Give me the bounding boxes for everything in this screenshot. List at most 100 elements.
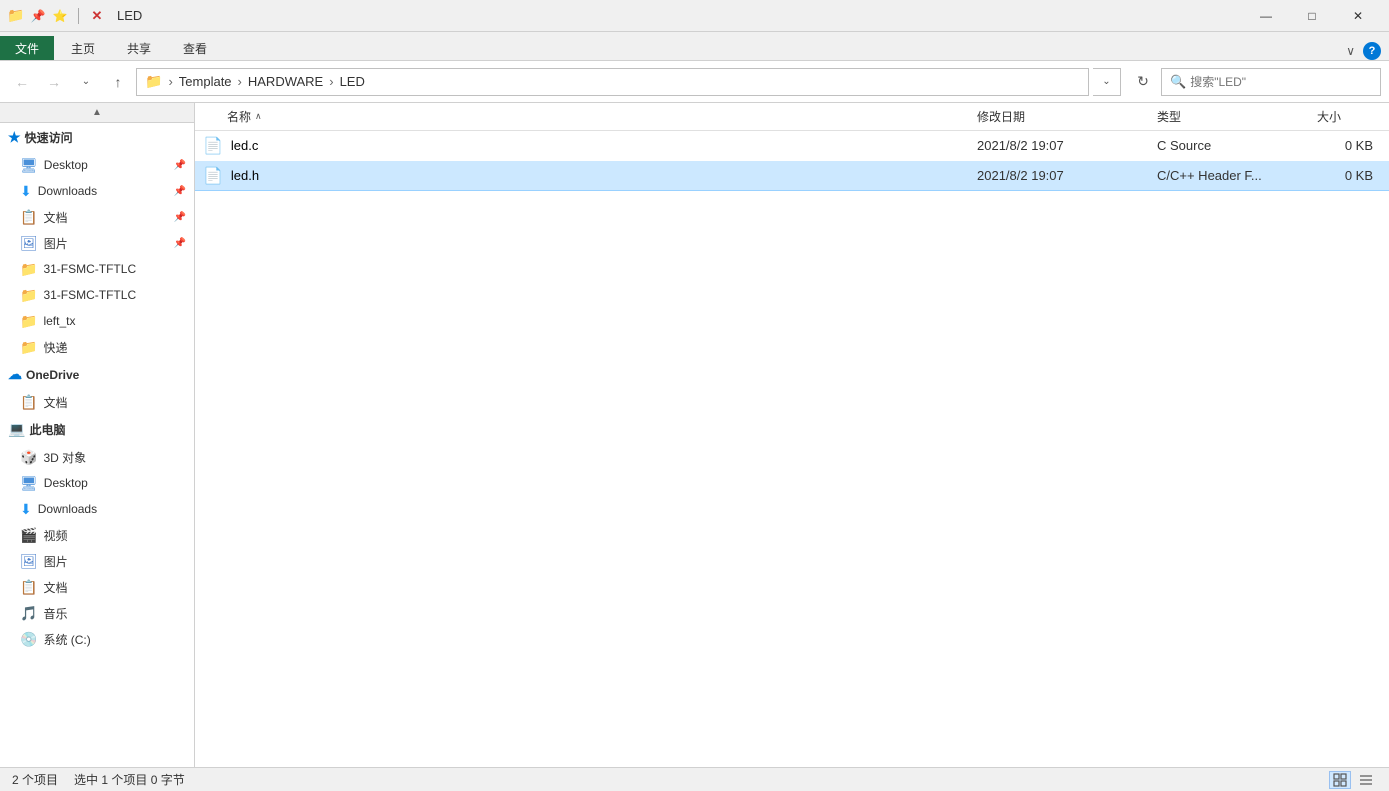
file-name-led-h: led.h	[231, 168, 259, 183]
sidebar-item-music[interactable]: 🎵 音乐	[0, 600, 194, 626]
file-cell-name-2: 📄 led.h	[195, 166, 969, 186]
sidebar-videos-label: 视频	[43, 527, 67, 544]
dropdown-nav-button[interactable]: ⌄	[72, 68, 100, 96]
search-box[interactable]: 🔍	[1161, 68, 1381, 96]
title-close-icon[interactable]: ✕	[89, 8, 105, 24]
quick-access-label: 快速访问	[25, 129, 73, 146]
up-button[interactable]: ↑	[104, 68, 132, 96]
path-template[interactable]: Template	[179, 74, 232, 89]
sidebar-onedrive-docs-label: 文档	[43, 394, 67, 411]
folder1-icon: 📁	[20, 261, 37, 278]
tab-view[interactable]: 查看	[168, 36, 222, 60]
grid-view-button[interactable]	[1329, 771, 1351, 789]
file-name-led-c: led.c	[231, 138, 258, 153]
onedrive-header[interactable]: ☁ OneDrive	[0, 360, 194, 389]
list-view-button[interactable]	[1355, 771, 1377, 789]
pin-indicator: 📌	[174, 160, 186, 171]
refresh-button[interactable]: ↻	[1129, 68, 1157, 96]
sidebar-downloads-label: Downloads	[38, 184, 97, 198]
table-row[interactable]: 📄 led.h 2021/8/2 19:07 C/C++ Header F...…	[195, 161, 1389, 191]
sidebar-3d-label: 3D 对象	[43, 449, 86, 466]
pictures-icon: 🖼	[20, 553, 38, 570]
tab-share[interactable]: 共享	[112, 36, 166, 60]
thispc-header[interactable]: 💻 此电脑	[0, 415, 194, 444]
path-folder-icon: 📁	[145, 73, 162, 90]
sidebar-item-folder2[interactable]: 📁 31-FSMC-TFTLC	[0, 282, 194, 308]
address-dropdown-button[interactable]: ⌄	[1093, 68, 1121, 96]
tab-home[interactable]: 主页	[56, 36, 110, 60]
file-icon-led-c: 📄	[203, 136, 223, 156]
maximize-button[interactable]: □	[1289, 0, 1335, 32]
ribbon-help-icon[interactable]: ?	[1363, 42, 1381, 60]
sidebar-item-folder1[interactable]: 📁 31-FSMC-TFTLC	[0, 256, 194, 282]
sidebar-pics-label: 图片	[44, 235, 68, 252]
sidebar-item-downloads[interactable]: ⬇ Downloads 📌	[0, 178, 194, 204]
sidebar-scroll-up[interactable]: ▲	[0, 103, 194, 123]
sidebar-lefttx-label: left_tx	[43, 314, 75, 328]
file-type-led-c: C Source	[1149, 138, 1309, 153]
sidebar-item-3d[interactable]: 🎲 3D 对象	[0, 444, 194, 470]
address-path[interactable]: 📁 › Template › HARDWARE › LED	[136, 68, 1089, 96]
sidebar-pc-desktop-label: Desktop	[44, 476, 88, 490]
title-separator	[78, 8, 79, 24]
sidebar-desktop-label: Desktop	[44, 158, 88, 172]
sort-arrow: ∧	[255, 111, 262, 122]
file-type-led-h: C/C++ Header F...	[1149, 168, 1309, 183]
ribbon: 文件 主页 共享 查看 ∨ ?	[0, 32, 1389, 61]
file-cell-name: 📄 led.c	[195, 136, 969, 156]
ribbon-expand-icon[interactable]: ∨	[1346, 44, 1355, 58]
docs-icon: 📋	[20, 209, 37, 226]
express-icon: 📁	[20, 339, 37, 356]
title-bar: 📁 📌 ⭐ ✕ LED — □ ✕	[0, 0, 1389, 32]
close-button[interactable]: ✕	[1335, 0, 1381, 32]
3d-icon: 🎲	[20, 449, 37, 466]
sidebar-item-docs[interactable]: 📋 文档 📌	[0, 204, 194, 230]
tab-file[interactable]: 文件	[0, 36, 54, 60]
sidebar-item-pics[interactable]: 🖼 图片 📌	[0, 230, 194, 256]
sidebar-item-system-c[interactable]: 💿 系统 (C:)	[0, 626, 194, 652]
desktop-icon: 🖥	[20, 157, 38, 174]
sidebar-item-videos[interactable]: 🎬 视频	[0, 522, 194, 548]
sidebar-item-onedrive-docs[interactable]: 📋 文档	[0, 389, 194, 415]
sidebar-item-pictures[interactable]: 🖼 图片	[0, 548, 194, 574]
quick-access-icon: ★	[8, 129, 21, 146]
main-content: ▲ ★ 快速访问 🖥 Desktop 📌 ⬇ Downloads 📌 📋 文档 …	[0, 103, 1389, 767]
drive-icon: 💿	[20, 631, 37, 648]
col-header-type[interactable]: 类型	[1149, 108, 1309, 125]
star-icon: ⭐	[52, 8, 68, 24]
window-title: LED	[117, 8, 142, 23]
col-header-date[interactable]: 修改日期	[969, 108, 1149, 125]
sidebar-item-lefttx[interactable]: 📁 left_tx	[0, 308, 194, 334]
search-input[interactable]	[1190, 75, 1372, 89]
col-header-size[interactable]: 大小	[1309, 108, 1389, 125]
path-sep-3: ›	[329, 74, 333, 89]
title-bar-icons: 📁 📌 ⭐ ✕	[8, 8, 105, 24]
file-date-led-h: 2021/8/2 19:07	[969, 168, 1149, 183]
back-button[interactable]: ←	[8, 68, 36, 96]
sidebar-item-documents[interactable]: 📋 文档	[0, 574, 194, 600]
table-row[interactable]: 📄 led.c 2021/8/2 19:07 C Source 0 KB	[195, 131, 1389, 161]
quick-access-header[interactable]: ★ 快速访问	[0, 123, 194, 152]
pin-icon: 📌	[30, 8, 46, 24]
file-date-led-c: 2021/8/2 19:07	[969, 138, 1149, 153]
path-led[interactable]: LED	[340, 74, 365, 89]
minimize-button[interactable]: —	[1243, 0, 1289, 32]
video-icon: 🎬	[20, 527, 37, 544]
lefttx-icon: 📁	[20, 313, 37, 330]
path-sep-2: ›	[238, 74, 242, 89]
file-size-led-h: 0 KB	[1309, 168, 1389, 183]
pc-downloads-icon: ⬇	[20, 501, 32, 518]
folder2-icon: 📁	[20, 287, 37, 304]
col-header-name[interactable]: 名称 ∧	[195, 108, 969, 125]
sidebar-item-express[interactable]: 📁 快递	[0, 334, 194, 360]
pics-icon: 🖼	[20, 235, 38, 252]
status-bar: 2 个项目 选中 1 个项目 0 字节	[0, 767, 1389, 791]
file-area: 名称 ∧ 修改日期 类型 大小 📄 led.c 2021/8/2 19:07 C…	[195, 103, 1389, 767]
sidebar-item-pc-desktop[interactable]: 🖥 Desktop	[0, 470, 194, 496]
sidebar-item-pc-downloads[interactable]: ⬇ Downloads	[0, 496, 194, 522]
forward-button[interactable]: →	[40, 68, 68, 96]
sidebar-item-desktop[interactable]: 🖥 Desktop 📌	[0, 152, 194, 178]
pc-desktop-icon: 🖥	[20, 475, 38, 492]
onedrive-label: OneDrive	[26, 368, 79, 382]
path-hardware[interactable]: HARDWARE	[248, 74, 323, 89]
